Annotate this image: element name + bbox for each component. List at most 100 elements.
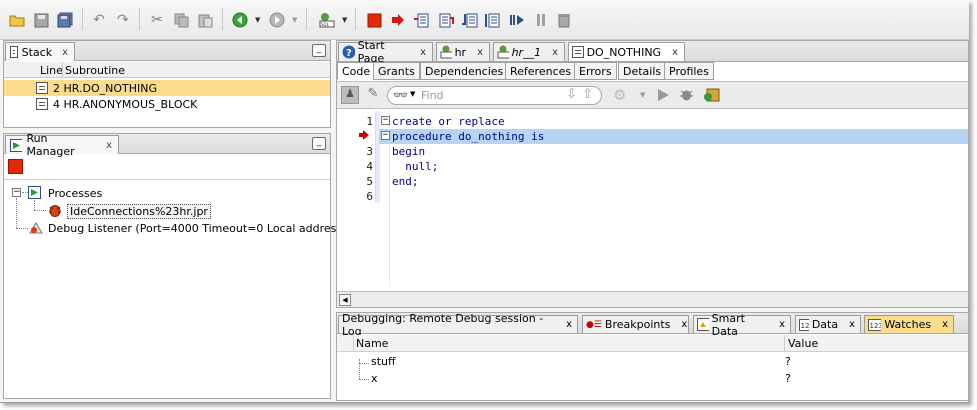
step-to-end-icon[interactable] (484, 11, 502, 29)
editor-toolbar: ♟ ✎ 👓 ▼ Find ⇩ ⇧ ⚙ ▼ (337, 81, 968, 109)
code-line: begin (392, 145, 426, 158)
close-icon[interactable]: x (420, 47, 426, 58)
stack-row[interactable]: 2 HR.DO_NOTHING (4, 80, 330, 96)
paste-icon[interactable] (196, 11, 214, 29)
tab-profiles[interactable]: Profiles (664, 62, 714, 80)
run-manager-panel: Run Manager x _ − Processes IdeConnectio… (3, 132, 336, 399)
save-icon[interactable] (32, 11, 50, 29)
tree-item-debug-listener[interactable]: Debug Listener (Port=4000 Timeout=0 Loca… (48, 222, 336, 235)
garbage-collect-icon[interactable] (555, 11, 573, 29)
tab-smart-data[interactable]: Smart Data x (693, 312, 791, 338)
tab-references[interactable]: References (505, 62, 577, 80)
column-header-name[interactable]: Name (356, 337, 388, 350)
undo-icon[interactable]: ↶ (90, 11, 108, 29)
code-editor[interactable]: 1 3 4 5 6 − − create or replace procedur… (339, 111, 968, 286)
minimize-button[interactable]: _ (312, 137, 326, 150)
freeze-icon[interactable]: ♟ (341, 86, 359, 104)
tree-item-connection[interactable]: IdeConnections%23hr.jpr (67, 204, 211, 219)
find-field[interactable]: 👓 ▼ Find ⇩ ⇧ (387, 86, 602, 105)
debug-bug-icon (48, 203, 62, 217)
step-out-icon[interactable] (460, 11, 478, 29)
tab-watches[interactable]: 123 Watches x (864, 315, 954, 333)
tab-debug-log[interactable]: Debugging: Remote Debug session - Log x (338, 312, 578, 338)
stop-icon[interactable] (365, 11, 383, 29)
column-header-line[interactable]: Line (40, 64, 63, 77)
tab-label: hr__1 (511, 45, 542, 59)
save-all-icon[interactable] (56, 11, 74, 29)
step-over-icon[interactable] (412, 11, 430, 29)
find-previous-icon[interactable]: ⇧ (582, 87, 593, 102)
stack-panel: Stack x _ Line Subroutine 2 HR.DO_NOTHIN… (3, 40, 331, 128)
close-icon[interactable]: x (566, 319, 572, 330)
tab-stack[interactable]: Stack x (5, 42, 75, 61)
redo-icon[interactable]: ↷ (114, 11, 132, 29)
debug-icon[interactable] (679, 87, 694, 102)
smart-data-icon (697, 318, 709, 331)
step-into-icon[interactable] (436, 11, 454, 29)
dropdown-icon[interactable]: ▼ (640, 91, 645, 99)
tab-label: hr (454, 45, 467, 59)
collapse-toggle[interactable]: − (12, 188, 21, 197)
fold-toggle[interactable]: − (381, 116, 390, 125)
stack-row-text: 4 HR.ANONYMOUS_BLOCK (53, 97, 198, 111)
tab-breakpoints[interactable]: ●☰ Breakpoints x (582, 315, 689, 333)
watches-icon: 123 (868, 318, 882, 331)
tab-hr[interactable]: hr x (436, 42, 490, 61)
watches-table-header: Name Value (337, 335, 968, 352)
open-folder-icon[interactable] (8, 11, 26, 29)
tab-grants[interactable]: Grants (373, 62, 420, 80)
close-icon[interactable]: x (681, 319, 687, 330)
dropdown-icon[interactable]: ▼ (410, 90, 415, 98)
tab-run-manager[interactable]: Run Manager x (5, 132, 119, 158)
find-next-icon[interactable]: ⇩ (566, 87, 577, 102)
sql-connection-icon[interactable]: SQL (318, 11, 336, 29)
copy-icon[interactable] (172, 11, 190, 29)
pause-icon[interactable] (532, 11, 550, 29)
procedure-icon (36, 98, 48, 110)
editor-panel: ? Start Page x hr x hr__1 x DO_NOTHING x… (336, 39, 969, 308)
cut-icon[interactable]: ✂ (148, 11, 166, 29)
gears-icon[interactable]: ⚙ (613, 86, 626, 104)
column-header-subroutine[interactable]: Subroutine (65, 64, 125, 77)
stack-row-text: 2 HR.DO_NOTHING (53, 81, 158, 95)
tree-item-processes[interactable]: Processes (48, 187, 102, 200)
minimize-button[interactable]: _ (312, 44, 326, 57)
close-icon[interactable]: x (106, 140, 112, 151)
resume-icon[interactable] (389, 11, 407, 29)
terminate-icon[interactable] (8, 159, 23, 174)
fold-toggle[interactable]: − (381, 131, 390, 140)
tab-data[interactable]: 123 Data x (795, 315, 861, 333)
tab-start-page[interactable]: ? Start Page x (338, 39, 433, 65)
close-icon[interactable]: x (672, 47, 678, 58)
watch-value: ? (785, 355, 791, 368)
tab-do-nothing[interactable]: DO_NOTHING x (568, 42, 685, 61)
forward-icon[interactable] (268, 11, 286, 29)
tab-label: DO_NOTHING (586, 45, 662, 59)
horizontal-scrollbar[interactable]: ◀ (337, 291, 968, 307)
back-icon[interactable] (231, 11, 249, 29)
scroll-left-icon[interactable]: ◀ (339, 294, 351, 306)
tab-errors[interactable]: Errors (574, 62, 617, 80)
close-icon[interactable]: x (552, 47, 558, 58)
close-icon[interactable]: x (779, 319, 785, 330)
watch-name[interactable]: x (371, 372, 378, 385)
close-icon[interactable]: x (849, 319, 855, 330)
tab-hr-1[interactable]: hr__1 x (493, 42, 565, 61)
tab-code[interactable]: Code (337, 62, 376, 80)
edit-icon[interactable]: ✎ (364, 86, 382, 104)
tab-details[interactable]: Details (618, 62, 667, 80)
procedure-icon (36, 82, 48, 94)
tab-label: Data (811, 318, 839, 331)
run-icon[interactable] (656, 88, 670, 102)
close-icon[interactable]: x (62, 47, 68, 58)
watch-name[interactable]: stuff (371, 355, 396, 368)
code-line: procedure do_nothing is (392, 130, 545, 143)
execution-point-icon (359, 130, 369, 140)
close-icon[interactable]: x (477, 47, 483, 58)
column-header-value[interactable]: Value (788, 337, 818, 350)
tab-dependencies[interactable]: Dependencies (420, 62, 509, 80)
compile-icon[interactable] (703, 87, 720, 103)
close-icon[interactable]: x (942, 319, 948, 330)
stack-row[interactable]: 4 HR.ANONYMOUS_BLOCK (4, 96, 330, 112)
resume-debug-icon[interactable] (508, 11, 526, 29)
